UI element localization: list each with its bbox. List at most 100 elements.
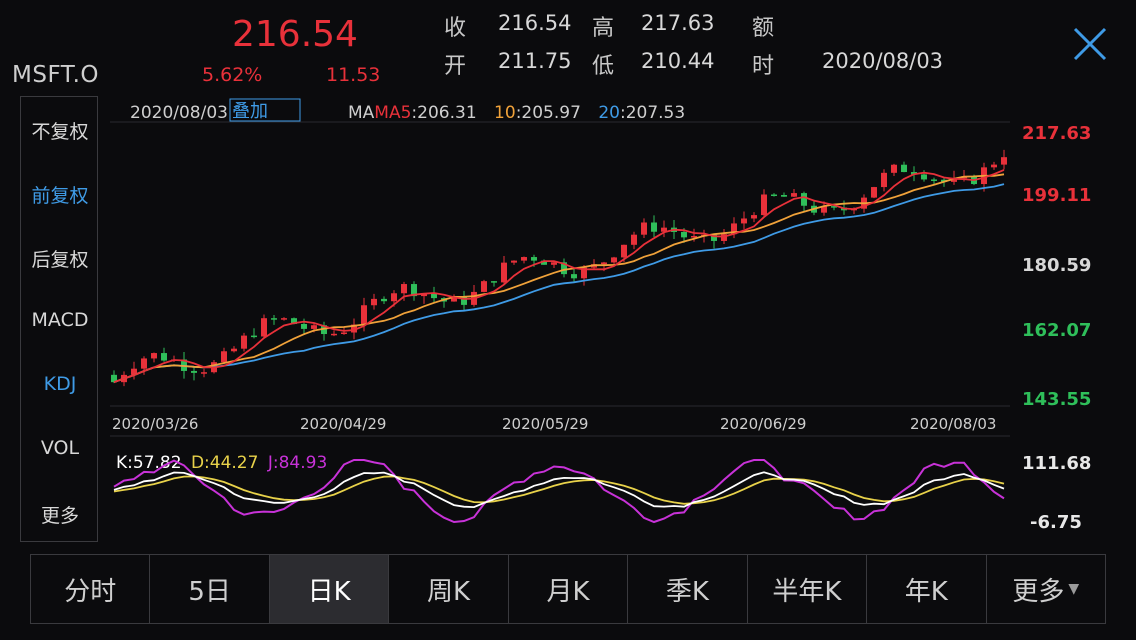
last-price: 216.54: [232, 14, 358, 55]
candle-body: [621, 244, 627, 258]
candle-body: [631, 234, 637, 245]
quote-value-time: 2020/08/03: [822, 49, 944, 73]
candle-body: [381, 298, 387, 302]
adjustment-indicator-menu: 不复权 前复权 后复权 MACD KDJ VOL 更多: [20, 96, 98, 542]
chevron-down-icon: ▼: [1068, 581, 1080, 597]
date-axis-label: 2020/06/29: [720, 415, 806, 433]
candle-body: [251, 335, 257, 338]
tab-daily-k[interactable]: 日K: [269, 555, 390, 623]
kline-chart-svg[interactable]: 2020/08/03 叠加 MAMA5:206.31 10:205.97 20:…: [104, 96, 1136, 542]
quote-value-high: 217.63: [641, 11, 715, 35]
tab-label: 半年K: [772, 576, 842, 607]
candle-body: [501, 262, 507, 283]
overlay-button[interactable]: 叠加: [232, 101, 268, 122]
date-axis-label: 2020/08/03: [910, 415, 996, 433]
candle-body: [641, 222, 647, 235]
date-axis-label: 2020/03/26: [112, 415, 198, 433]
tab-label: 更多: [1012, 576, 1065, 607]
menu-item-kdj[interactable]: KDJ: [21, 373, 99, 395]
menu-item-forward-adjust[interactable]: 前复权: [21, 181, 99, 208]
quote-label-amount: 额: [752, 16, 775, 41]
candle-body: [931, 179, 937, 181]
candle-body: [491, 281, 497, 283]
candle-body: [551, 262, 557, 265]
quote-label-open: 开: [444, 54, 467, 79]
menu-item-backward-adjust[interactable]: 后复权: [21, 245, 99, 272]
candle-body: [361, 305, 367, 325]
candle-body: [271, 318, 277, 320]
candle-body: [401, 284, 407, 294]
kdj-axis-bottom: -6.75: [1030, 512, 1082, 533]
menu-item-macd[interactable]: MACD: [21, 309, 99, 331]
candle-body: [921, 174, 927, 180]
close-icon[interactable]: [1070, 24, 1110, 64]
candle-body: [191, 370, 197, 373]
tab-more[interactable]: 更多 ▼: [987, 555, 1105, 623]
candle-body: [781, 195, 787, 197]
kdj-legend: K:57.82 D:44.27 J:84.93: [116, 453, 327, 473]
candle-body: [741, 218, 747, 224]
tab-label: 年K: [904, 576, 948, 607]
tab-5day[interactable]: 5日: [150, 555, 270, 623]
price-axis-label: 143.55: [1022, 389, 1091, 410]
kline-chart-area[interactable]: 2020/08/03 叠加 MAMA5:206.31 10:205.97 20:…: [104, 96, 1136, 542]
tab-quarterly-k[interactable]: 季K: [628, 555, 748, 623]
price-axis-label: 199.11: [1022, 185, 1091, 206]
candle-body: [881, 172, 887, 188]
kdj-k-line: [113, 471, 1005, 509]
tab-yearly-k[interactable]: 年K: [867, 555, 987, 623]
candle-body: [301, 323, 307, 329]
date-axis-labels: 2020/03/26 2020/04/29 2020/05/29 2020/06/29…: [112, 415, 996, 433]
moving-average-lines: [113, 169, 1005, 384]
price-axis-labels: 217.63 199.11 180.59 162.07 143.55: [1022, 123, 1091, 410]
date-axis-label: 2020/04/29: [300, 415, 386, 433]
quote-value-close: 216.54: [498, 11, 572, 35]
candle-body: [221, 351, 227, 363]
candle-body: [141, 358, 147, 369]
candle-body: [341, 332, 347, 335]
price-axis-label: 162.07: [1022, 320, 1091, 341]
tab-weekly-k[interactable]: 周K: [389, 555, 509, 623]
tab-half-year-k[interactable]: 半年K: [748, 555, 868, 623]
candle-body: [871, 187, 877, 198]
menu-item-vol[interactable]: VOL: [21, 437, 99, 459]
tab-monthly-k[interactable]: 月K: [509, 555, 629, 623]
candle-body: [331, 333, 337, 336]
quote-value-low: 210.44: [641, 49, 715, 73]
ticker-symbol: MSFT.O: [12, 62, 100, 88]
candle-body: [151, 353, 157, 359]
chart-date-label: 2020/08/03: [130, 103, 228, 123]
tab-label: 5日: [188, 576, 231, 607]
candle-body: [521, 257, 527, 261]
price-axis-label: 217.63: [1022, 123, 1091, 144]
candle-body: [531, 257, 537, 261]
quote-value-open: 211.75: [498, 49, 572, 73]
candle-body: [281, 318, 287, 320]
price-axis-label: 180.59: [1022, 255, 1091, 276]
tab-label: 周K: [427, 576, 471, 607]
candle-body: [161, 353, 167, 361]
candle-body: [431, 293, 437, 299]
tab-intraday[interactable]: 分时: [31, 555, 151, 623]
candle-body: [901, 164, 907, 173]
candle-body: [511, 260, 517, 263]
quote-label-low: 低: [592, 54, 615, 79]
candle-body: [611, 257, 617, 263]
candlestick-series: [111, 149, 1007, 387]
candle-body: [761, 194, 767, 216]
quote-label-high: 高: [592, 16, 615, 41]
candle-body: [801, 193, 807, 206]
candle-body: [601, 262, 607, 265]
candle-body: [751, 215, 757, 219]
change-percent: 5.62%: [202, 64, 263, 86]
menu-item-no-adjust[interactable]: 不复权: [21, 117, 99, 144]
kdj-axis-top: 111.68: [1022, 453, 1091, 474]
tab-label: 月K: [546, 576, 590, 607]
quote-label-close: 收: [444, 16, 467, 41]
tab-label: 日K: [307, 576, 351, 607]
candle-body: [791, 193, 797, 197]
date-axis-label: 2020/05/29: [502, 415, 588, 433]
menu-item-more[interactable]: 更多: [21, 501, 99, 528]
candle-body: [481, 281, 487, 292]
candle-body: [1001, 157, 1007, 165]
